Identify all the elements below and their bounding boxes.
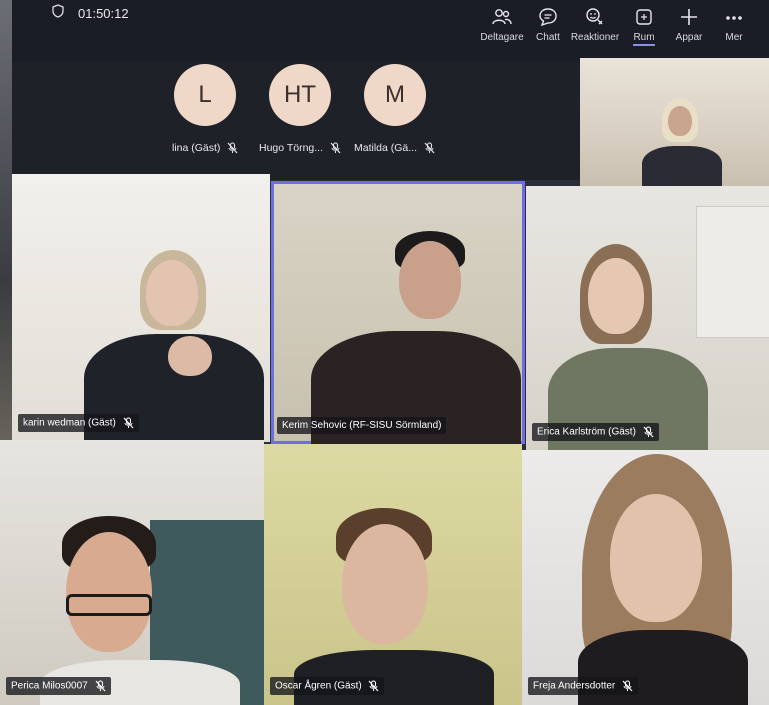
shield-icon [52,4,64,18]
participant-name-text: lina (Gäst) [172,142,221,154]
avatar[interactable]: L [174,64,236,126]
avatar-initials: L [198,81,212,108]
chat-icon [539,8,557,27]
participant-name-text: Kerim Sehovic (RF-SISU Sörmland) [282,420,442,431]
video-tile[interactable]: Freja Andersdotter [522,450,769,705]
participant-name-badge: Perica Milos0007 [6,677,111,695]
mic-muted-icon [123,417,134,429]
avatar-initials: HT [284,81,316,108]
participant-name-badge: karin wedman (Gäst) [18,414,139,432]
more-icon [726,16,742,20]
rooms-label: Rum [633,32,655,46]
mic-muted-icon [227,142,238,154]
participant-name-text: Matilda (Gä... [354,142,418,154]
self-view-video[interactable] [580,58,769,186]
reactions-button[interactable]: Reaktioner [567,6,623,43]
mic-muted-icon [622,680,633,692]
meeting-toolbar: 01:50:12 Deltagare Chatt Reaktioner Rum … [12,0,769,62]
video-tile[interactable]: karin wedman (Gäst) [12,174,270,442]
mic-muted-icon [95,680,105,692]
mic-muted-icon [330,142,341,154]
chat-label: Chatt [536,32,560,43]
participant-name-text: Erica Karlström (Gäst) [537,426,636,438]
participants-label: Deltagare [480,32,524,43]
participant-name: lina (Gäst) [172,142,238,154]
reactions-label: Reaktioner [570,32,620,43]
video-tile[interactable]: Oscar Ågren (Gäst) [264,444,522,705]
participant-name-badge: Erica Karlström (Gäst) [532,423,659,441]
video-tile[interactable]: Erica Karlström (Gäst) [526,186,769,451]
participants-icon [492,9,512,25]
participant-name-badge: Freja Andersdotter [528,677,639,695]
participant-name-text: Oscar Ågren (Gäst) [275,680,362,692]
video-tile-active-speaker[interactable]: Kerim Sehovic (RF-SISU Sörmland) [271,181,525,444]
participant-name: Matilda (Gä... [354,142,435,154]
participant-name-text: Perica Milos0007 [11,680,88,692]
participant-name-text: Hugo Törng... [259,142,324,154]
participant-name-badge: Oscar Ågren (Gäst) [270,677,385,695]
avatar-initials: M [385,81,405,108]
avatar[interactable]: M [364,64,426,126]
avatar[interactable]: HT [269,64,331,126]
apps-label: Appar [675,32,703,43]
more-button[interactable]: Mer [706,6,762,43]
call-timer: 01:50:12 [78,6,129,21]
plus-icon [681,9,697,25]
participant-name-text: Freja Andersdotter [533,680,616,692]
rooms-icon [636,9,652,25]
mic-muted-icon [643,426,654,438]
participant-name-text: karin wedman (Gäst) [23,417,116,429]
more-label: Mer [725,32,743,43]
video-tile[interactable]: Perica Milos0007 [0,440,264,705]
mic-muted-icon [369,680,379,692]
mic-muted-icon [424,142,435,154]
reactions-icon [586,8,603,25]
participant-name: Hugo Törng... [259,142,341,154]
participant-name-badge: Kerim Sehovic (RF-SISU Sörmland) [277,417,447,434]
